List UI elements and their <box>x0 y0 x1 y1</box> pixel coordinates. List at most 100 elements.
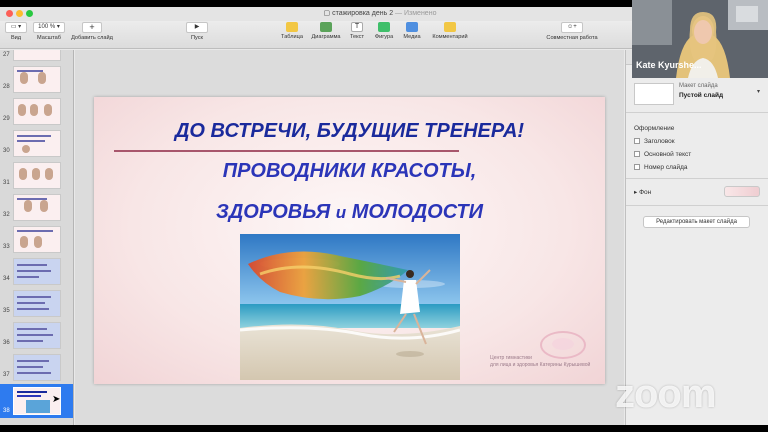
beach-woman-image <box>240 234 460 380</box>
body-text-checkbox[interactable]: Основной текст <box>634 151 691 158</box>
checkbox-label: Заголовок <box>644 138 675 145</box>
slide-number: 34 <box>3 276 10 282</box>
slide-thumbnail-row[interactable]: 34 <box>0 256 73 286</box>
chart-button[interactable]: Диаграмма <box>308 22 344 40</box>
slide-number: 38 <box>3 408 10 414</box>
appearance-title: Оформление <box>634 125 675 132</box>
slide-thumbnail[interactable] <box>13 66 61 93</box>
beach-photo[interactable] <box>240 234 460 380</box>
slide-number: 31 <box>3 180 10 186</box>
checkbox-icon <box>634 151 640 157</box>
slide-subtitle-line-2[interactable]: ЗДОРОВЬЯ и МОЛОДОСТИ <box>94 201 605 224</box>
slide-thumbnail[interactable] <box>13 290 61 317</box>
caption-line: Центр гимнастики <box>490 355 532 361</box>
background-row[interactable]: ▸ Фон <box>634 188 651 196</box>
zoom-select[interactable]: 100 % ▾ Масштаб <box>32 22 66 41</box>
table-button[interactable]: Таблица <box>278 22 306 40</box>
slide-number: 33 <box>3 244 10 250</box>
divider <box>626 178 768 179</box>
background-label: Фон <box>639 189 652 196</box>
slide-number: 37 <box>3 372 10 378</box>
slide-thumbnail-row[interactable]: 27 <box>0 50 73 62</box>
slide-thumbnail[interactable] <box>13 98 61 125</box>
screen: ▢ стажировка день 2 — Изменено ▭ ▾ Вид 1… <box>0 0 768 432</box>
text-label: Текст <box>349 34 365 40</box>
caption-line: для лица и здоровья Катерины Курышевой <box>490 362 591 368</box>
play-label: Пуск <box>191 35 203 41</box>
slide-thumbnail[interactable] <box>13 130 61 157</box>
table-label: Таблица <box>281 34 303 40</box>
slide-caption: Центр гимнастики для лица и здоровья Кат… <box>490 355 590 369</box>
slide-canvas[interactable]: ДО ВСТРЕЧИ, БУДУЩИЕ ТРЕНЕРА! ПРОВОДНИКИ … <box>75 50 624 425</box>
slide-thumbnail-row[interactable]: 30 <box>0 128 73 158</box>
slide-thumbnail-row[interactable]: 28 <box>0 64 73 94</box>
document-status: Изменено <box>404 10 437 17</box>
layout-thumbnail[interactable] <box>634 83 674 105</box>
slide-thumbnail-row[interactable]: 36 <box>0 320 73 350</box>
slide-subtitle-line-1[interactable]: ПРОВОДНИКИ КРАСОТЫ, <box>94 160 605 183</box>
slide-thumbnail[interactable] <box>13 162 61 189</box>
title-checkbox[interactable]: Заголовок <box>634 138 675 145</box>
title-underline <box>114 150 459 152</box>
window-title: ▢ стажировка день 2 — Изменено <box>323 10 437 17</box>
collaborate-icon: ☺+ <box>561 22 583 33</box>
slide-thumbnail-row[interactable]: 35 <box>0 288 73 318</box>
media-button[interactable]: Медиа <box>400 22 424 40</box>
checkbox-icon <box>634 138 640 144</box>
chevron-down-icon[interactable]: ▾ <box>757 88 760 95</box>
slide-thumbnail[interactable] <box>13 258 61 285</box>
plus-icon: + <box>82 22 102 33</box>
shape-label: Фигура <box>374 34 394 40</box>
format-panel: Макет слайда Пустой слайд ▾ Оформление З… <box>625 50 768 425</box>
slide-thumbnail-row-selected[interactable]: 38 ➤ <box>0 384 73 418</box>
text-button[interactable]: T Текст <box>346 22 368 40</box>
slide-thumbnail[interactable] <box>13 226 61 253</box>
document-title: стажировка день 2 <box>332 10 394 17</box>
slide-title[interactable]: ДО ВСТРЕЧИ, БУДУЩИЕ ТРЕНЕРА! <box>94 120 605 143</box>
slide-thumbnail[interactable] <box>13 322 61 349</box>
shape-button[interactable]: Фигура <box>371 22 397 40</box>
slide-number-checkbox[interactable]: Номер слайда <box>634 164 688 171</box>
view-sidebar-icon: ▭ ▾ <box>5 22 27 33</box>
layout-value[interactable]: Пустой слайд <box>679 92 723 99</box>
minimize-window-button[interactable] <box>16 10 23 17</box>
slide-thumbnail-row[interactable]: 33 <box>0 224 73 254</box>
view-button[interactable]: ▭ ▾ Вид <box>4 22 28 41</box>
slide-number: 29 <box>3 116 10 122</box>
current-slide[interactable]: ДО ВСТРЕЧИ, БУДУЩИЕ ТРЕНЕРА! ПРОВОДНИКИ … <box>94 97 605 384</box>
edit-layout-button[interactable]: Редактировать макет слайда <box>643 216 750 228</box>
zoom-label: Масштаб <box>37 35 61 41</box>
slide-thumbnail[interactable] <box>13 354 61 381</box>
slide-thumbnail-row[interactable]: 32 <box>0 192 73 222</box>
collaborate-button[interactable]: ☺+ Совместная работа <box>540 22 604 41</box>
slide-thumbnail-row[interactable]: 31 <box>0 160 73 190</box>
document-icon: ▢ <box>323 10 333 17</box>
subtitle-word: ЗДОРОВЬЯ <box>216 201 331 223</box>
chart-icon <box>320 22 332 32</box>
zoom-value: 100 % <box>38 24 56 30</box>
zoom-watermark: zoom <box>615 372 716 416</box>
slide-number: 36 <box>3 340 10 346</box>
add-slide-button[interactable]: + Добавить слайд <box>68 22 116 41</box>
slide-thumbnail-row[interactable]: 37 <box>0 352 73 382</box>
close-window-button[interactable] <box>6 10 13 17</box>
media-label: Медиа <box>403 34 421 40</box>
divider <box>626 205 768 206</box>
add-slide-label: Добавить слайд <box>71 35 113 41</box>
comment-icon <box>444 22 456 32</box>
comment-button[interactable]: Комментарий <box>428 22 472 40</box>
slide-navigator[interactable]: 27 28 29 30 31 32 33 34 35 36 37 38 ➤ <box>0 50 74 425</box>
collaborate-label: Совместная работа <box>546 35 598 41</box>
mouse-cursor-icon: ➤ <box>52 394 61 405</box>
table-icon <box>286 22 298 32</box>
slide-number: 32 <box>3 212 10 218</box>
checkbox-label: Номер слайда <box>644 164 688 171</box>
slide-thumbnail[interactable] <box>13 194 61 221</box>
slide-thumbnail-row[interactable]: 29 <box>0 96 73 126</box>
play-button[interactable]: ▶ Пуск <box>184 22 210 41</box>
shape-icon <box>378 22 390 32</box>
slide-thumbnail[interactable] <box>13 50 61 61</box>
fullscreen-window-button[interactable] <box>26 10 33 17</box>
divider <box>626 112 768 113</box>
background-color-swatch[interactable] <box>724 186 760 197</box>
